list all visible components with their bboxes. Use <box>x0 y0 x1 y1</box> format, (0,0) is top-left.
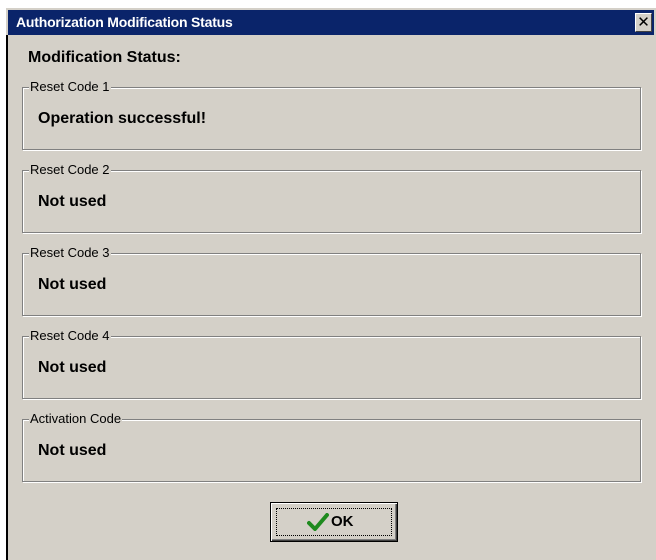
reset-code-1-group: Reset Code 1 Operation successful! <box>22 79 641 150</box>
activation-code-group: Activation Code Not used <box>22 411 641 482</box>
close-icon: ✕ <box>637 13 650 31</box>
modification-status-heading: Modification Status: <box>28 49 181 66</box>
close-button[interactable]: ✕ <box>635 13 652 32</box>
reset-code-2-group: Reset Code 2 Not used <box>22 162 641 233</box>
reset-code-1-status: Operation successful! <box>38 110 207 127</box>
title-bar[interactable]: Authorization Modification Status ✕ <box>8 10 654 35</box>
reset-code-2-label: Reset Code 2 <box>29 162 111 177</box>
ok-button-label: OK <box>331 513 354 530</box>
ok-button[interactable]: OK <box>270 502 398 542</box>
reset-code-4-status: Not used <box>38 359 107 376</box>
window-title: Authorization Modification Status <box>16 14 233 30</box>
window-border <box>6 35 8 560</box>
reset-code-1-label: Reset Code 1 <box>29 79 111 94</box>
reset-code-3-group: Reset Code 3 Not used <box>22 245 641 316</box>
activation-code-label: Activation Code <box>29 411 123 426</box>
reset-code-2-status: Not used <box>38 193 107 210</box>
reset-code-3-status: Not used <box>38 276 107 293</box>
reset-code-4-label: Reset Code 4 <box>29 328 111 343</box>
reset-code-4-group: Reset Code 4 Not used <box>22 328 641 399</box>
checkmark-icon <box>307 513 329 531</box>
reset-code-3-label: Reset Code 3 <box>29 245 111 260</box>
dialog-window: Authorization Modification Status ✕ Modi… <box>6 8 656 560</box>
activation-code-status: Not used <box>38 442 107 459</box>
